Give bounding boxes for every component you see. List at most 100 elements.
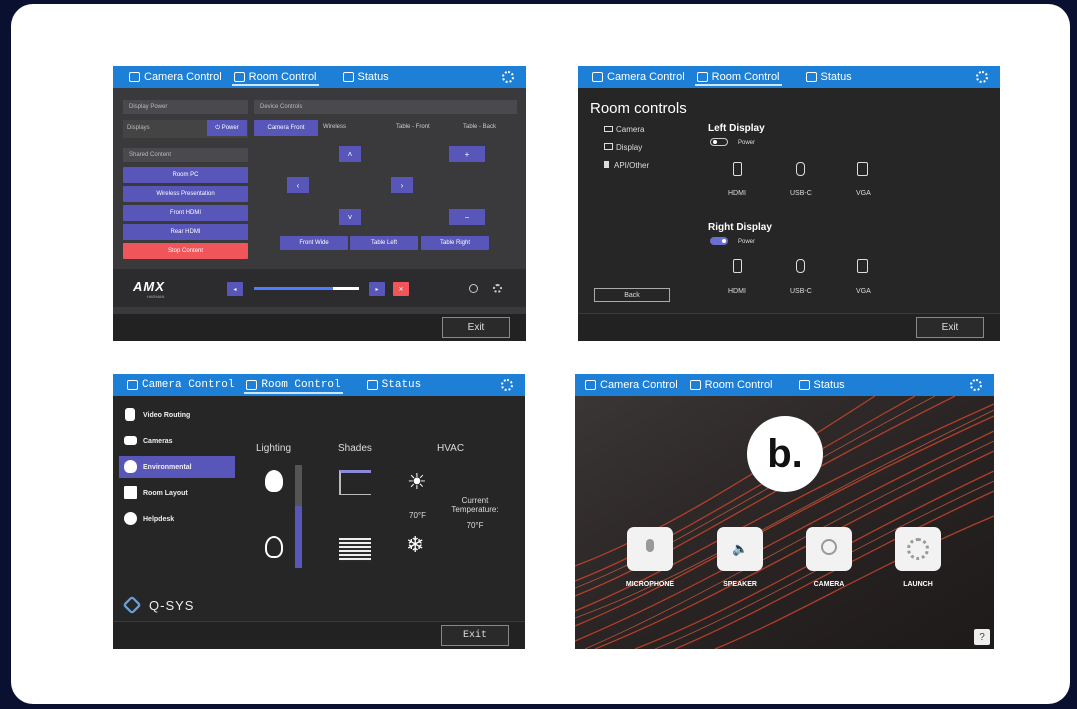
current-temp-label: Current Temperature:	[451, 496, 499, 514]
light-on-icon[interactable]	[265, 470, 283, 492]
volume-slider-fill	[254, 287, 333, 290]
sun-icon[interactable]: ☀	[407, 471, 427, 493]
source-wireless-button[interactable]: Wireless Presentation	[123, 186, 248, 202]
microphone-button[interactable]	[627, 527, 673, 571]
pan-right-button[interactable]: ›	[391, 177, 413, 193]
source-room-pc-button[interactable]: Room PC	[123, 167, 248, 183]
device-tab-table-back[interactable]: Table - Back	[463, 124, 496, 130]
tab-status[interactable]: Status	[337, 66, 395, 88]
status-icon	[366, 380, 378, 390]
nav-camera[interactable]: Camera	[604, 125, 644, 134]
monitor-icon	[604, 143, 613, 150]
room-controls-panel: Camera Control Room Control Status Room …	[578, 66, 1000, 341]
exit-button[interactable]: Exit	[442, 317, 510, 338]
preset-front-wide[interactable]: Front Wide	[280, 236, 348, 250]
qsys-logo-icon	[122, 595, 142, 615]
amx-logo: AMX	[133, 279, 165, 294]
device-tab-table-front[interactable]: Table - Front	[396, 124, 430, 130]
vga-icon[interactable]	[857, 162, 868, 176]
nav-environmental[interactable]: Environmental	[119, 456, 235, 478]
display-power-header: Display Power	[123, 100, 248, 114]
nav-video-routing[interactable]: Video Routing	[119, 404, 235, 426]
nav-cameras[interactable]: Cameras	[119, 430, 235, 452]
source-front-hdmi-button[interactable]: Front HDMI	[123, 205, 248, 221]
tab-room-control[interactable]: Room Control	[691, 66, 786, 88]
shades-down-icon[interactable]	[339, 538, 371, 562]
volume-up-button[interactable]: ▸	[369, 282, 385, 296]
exit-button[interactable]: Exit	[916, 317, 984, 338]
nav-api-other[interactable]: API/Other	[604, 161, 649, 170]
launch-button[interactable]	[895, 527, 941, 571]
left-display-title: Left Display	[708, 123, 765, 134]
tab-status[interactable]: Status	[793, 374, 851, 396]
device-tab-wireless[interactable]: Wireless	[323, 124, 346, 130]
nav-room-layout[interactable]: Room Layout	[119, 482, 235, 504]
page-title: Room controls	[590, 100, 687, 117]
volume-down-button[interactable]: ◂	[227, 282, 243, 296]
nav-display[interactable]: Display	[604, 143, 642, 152]
gear-icon[interactable]	[976, 71, 988, 83]
help-button[interactable]: ?	[974, 629, 990, 645]
status-icon	[798, 380, 810, 390]
exit-button[interactable]: Exit	[441, 625, 509, 646]
mute-button[interactable]: ✕	[393, 282, 409, 296]
room-icon	[246, 380, 258, 390]
left-display-power-toggle[interactable]	[710, 138, 728, 146]
back-button[interactable]: Back	[594, 288, 670, 302]
tab-status[interactable]: Status	[361, 374, 428, 396]
tab-room-control[interactable]: Room Control	[240, 374, 346, 396]
help-icon[interactable]	[469, 284, 478, 293]
gear-icon[interactable]	[501, 379, 513, 391]
pan-left-button[interactable]: ‹	[287, 177, 309, 193]
zoom-out-button[interactable]: −	[449, 209, 485, 225]
device-tab-camera-front[interactable]: Camera Front	[254, 120, 318, 136]
tab-room-control[interactable]: Room Control	[684, 374, 779, 396]
tab-bar: Camera Control Room Control Status	[578, 66, 1000, 88]
speaker-icon: 🔈	[732, 541, 749, 556]
microphone-icon	[646, 539, 654, 552]
camera-icon	[592, 72, 603, 82]
tab-camera-control[interactable]: Camera Control	[579, 374, 684, 396]
source-rear-hdmi-button[interactable]: Rear HDMI	[123, 224, 248, 240]
exit-bar: Exit	[113, 621, 525, 649]
preset-table-right[interactable]: Table Right	[421, 236, 489, 250]
zoom-in-button[interactable]: +	[449, 146, 485, 162]
tab-status[interactable]: Status	[800, 66, 858, 88]
camera-icon	[124, 436, 137, 445]
tab-camera-control[interactable]: Camera Control	[121, 374, 240, 396]
light-off-icon[interactable]	[265, 536, 283, 558]
right-display-power-toggle[interactable]	[710, 237, 728, 245]
device-controls-header: Device Controls	[254, 100, 517, 114]
vga-icon[interactable]	[857, 259, 868, 273]
power-button[interactable]: ⏻ Power	[207, 120, 247, 136]
speaker-button[interactable]: 🔈	[717, 527, 763, 571]
usb-c-icon[interactable]	[796, 259, 805, 273]
gear-icon[interactable]	[502, 71, 514, 83]
usb-c-icon[interactable]	[796, 162, 805, 176]
exit-bar: Exit	[578, 313, 1000, 341]
qsys-logo: Q-SYS	[149, 598, 195, 613]
tab-camera-control[interactable]: Camera Control	[123, 66, 228, 88]
tilt-down-button[interactable]: ˅	[339, 209, 361, 225]
tab-bar: Camera Control Room Control Status	[113, 66, 526, 88]
hdmi-icon[interactable]	[733, 259, 742, 273]
hvac-setpoint: 70°F	[409, 511, 426, 520]
shared-content-header: Shared Content	[123, 148, 248, 162]
loading-spinner-icon	[907, 538, 929, 560]
lightbulb-icon	[124, 460, 137, 473]
preset-table-left[interactable]: Table Left	[350, 236, 418, 250]
exit-bar: Exit	[113, 313, 526, 341]
camera-button[interactable]	[806, 527, 852, 571]
stop-content-button[interactable]: Stop Content	[123, 243, 248, 259]
snowflake-icon[interactable]: ❄	[406, 534, 424, 556]
camera-icon	[604, 126, 613, 132]
tilt-up-button[interactable]: ˄	[339, 146, 361, 162]
shades-up-icon[interactable]	[339, 470, 371, 495]
nav-helpdesk[interactable]: Helpdesk	[119, 508, 235, 530]
tab-room-control[interactable]: Room Control	[228, 66, 323, 88]
hdmi-icon[interactable]	[733, 162, 742, 176]
tab-camera-control[interactable]: Camera Control	[586, 66, 691, 88]
settings-icon[interactable]	[493, 284, 502, 293]
gear-icon[interactable]	[970, 379, 982, 391]
room-icon	[233, 72, 245, 82]
